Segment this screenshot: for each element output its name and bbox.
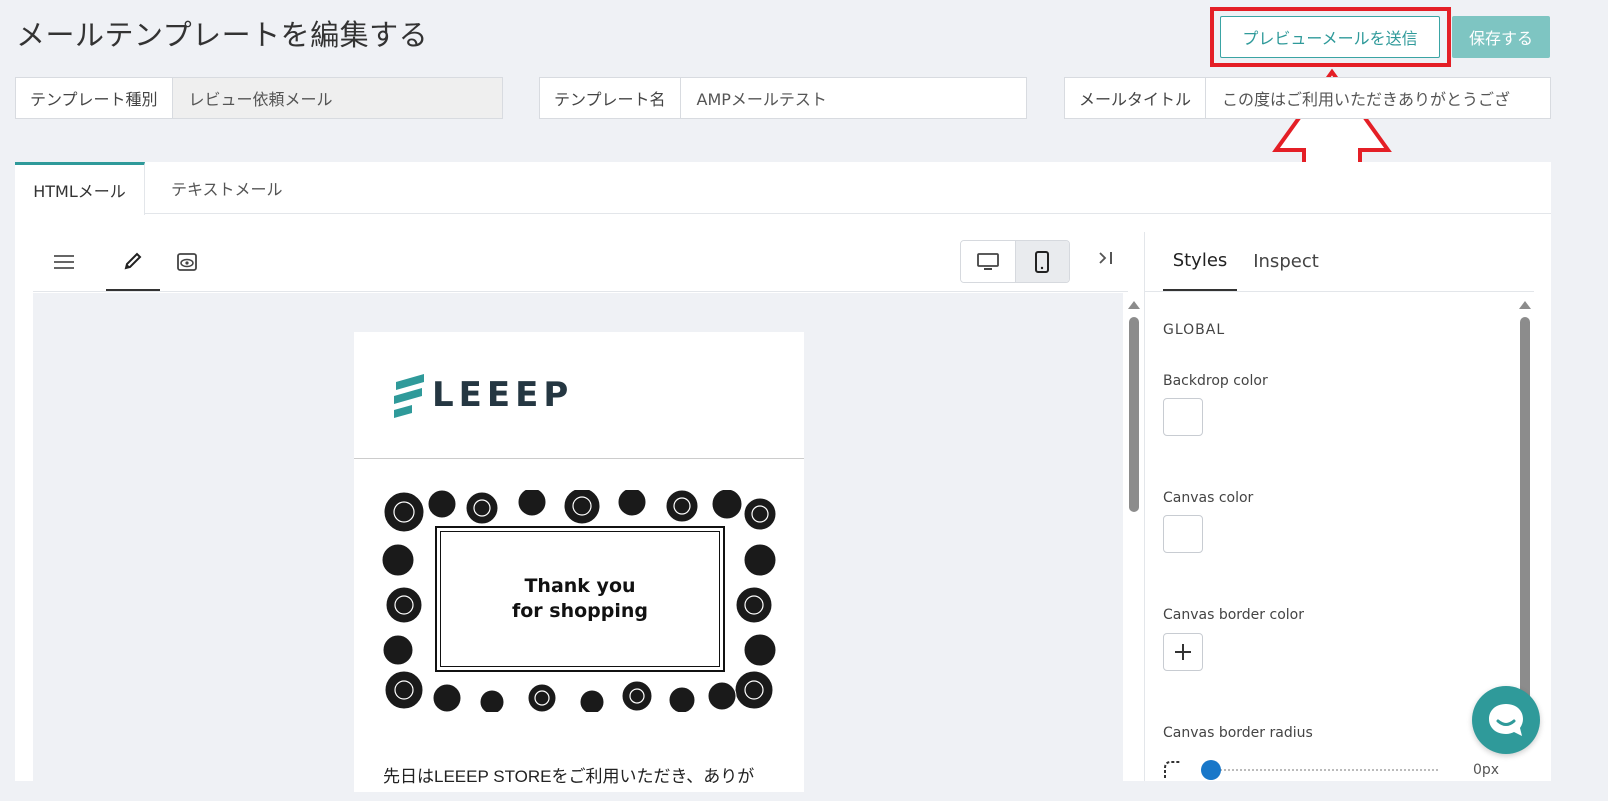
- page-title: メールテンプレートを編集する: [16, 18, 429, 52]
- template-name-input[interactable]: AMPメールテスト: [681, 78, 1026, 118]
- mail-title-input[interactable]: この度はご利用いただきありがとうござ: [1206, 78, 1550, 118]
- side-panel-tabs: Styles Inspect: [1144, 232, 1534, 292]
- tab-styles[interactable]: Styles: [1163, 232, 1237, 291]
- side-scroll-up-icon[interactable]: [1519, 301, 1531, 309]
- plus-icon: [1175, 644, 1191, 660]
- style-side-panel: Styles Inspect GLOBAL Backdrop color Can…: [1144, 232, 1534, 781]
- email-preview-card: LEEEP Thank you for shopping 先日はLEEEP ST…: [354, 332, 804, 792]
- mail-type-tabs: HTMLメール テキストメール: [15, 162, 1551, 215]
- hero-frame: Thank you for shopping: [435, 526, 725, 672]
- logo-text: LEEEP: [432, 375, 574, 415]
- template-type-label: テンプレート種別: [16, 78, 173, 118]
- hamburger-icon[interactable]: [37, 232, 91, 291]
- editor-panel: HTMLメール テキストメール LEEEP Thank you for shop…: [15, 162, 1551, 792]
- scroll-up-icon[interactable]: [1128, 301, 1140, 309]
- eye-icon[interactable]: [160, 232, 214, 291]
- pencil-icon[interactable]: [106, 232, 160, 291]
- canvas-scrollbar[interactable]: [1128, 297, 1140, 781]
- radius-icon: [1164, 761, 1181, 778]
- email-canvas: LEEEP Thank you for shopping 先日はLEEEP ST…: [33, 293, 1140, 792]
- send-preview-email-button[interactable]: プレビューメールを送信: [1220, 16, 1440, 58]
- template-type-field: テンプレート種別 レビュー依頼メール: [15, 77, 503, 119]
- leeep-logo-icon: [394, 374, 424, 418]
- tab-inspect[interactable]: Inspect: [1248, 232, 1324, 291]
- canvas-border-radius-label: Canvas border radius: [1163, 725, 1313, 741]
- email-body-text: 先日はLEEEP STOREをご利用いただき、ありが: [383, 767, 755, 786]
- canvas-border-color-label: Canvas border color: [1163, 607, 1304, 623]
- template-type-value: レビュー依頼メール: [172, 78, 502, 118]
- radius-value: 0px: [1473, 762, 1500, 778]
- canvas-color-label: Canvas color: [1163, 490, 1254, 506]
- collapse-right-icon[interactable]: [1097, 250, 1115, 271]
- backdrop-color-swatch[interactable]: [1163, 398, 1203, 436]
- mobile-icon[interactable]: [1014, 241, 1069, 282]
- hero-line-2: for shopping: [511, 600, 649, 622]
- styles-content: GLOBAL Backdrop color Canvas color Canva…: [1144, 293, 1531, 781]
- canvas-color-swatch[interactable]: [1163, 515, 1203, 553]
- global-section-heading: GLOBAL: [1163, 322, 1226, 338]
- mail-title-label: メールタイトル: [1065, 78, 1207, 118]
- editor-toolbar: [33, 232, 1128, 292]
- border-radius-slider[interactable]: 0px: [1163, 760, 1503, 780]
- desktop-icon[interactable]: [961, 241, 1015, 282]
- mail-title-field[interactable]: メールタイトル この度はご利用いただきありがとうござ: [1064, 77, 1551, 119]
- canvas-scroll-thumb[interactable]: [1129, 317, 1139, 512]
- save-button[interactable]: 保存する: [1452, 16, 1550, 58]
- hero-floral-image: Thank you for shopping: [382, 490, 776, 712]
- canvas-border-color-add[interactable]: [1163, 633, 1203, 671]
- template-name-field[interactable]: テンプレート名 AMPメールテスト: [539, 77, 1027, 119]
- device-toggle: [960, 240, 1070, 283]
- backdrop-color-label: Backdrop color: [1163, 373, 1268, 389]
- slider-track: [1213, 769, 1438, 771]
- hero-line-1: Thank you: [524, 575, 636, 597]
- email-editor: LEEEP Thank you for shopping 先日はLEEEP ST…: [33, 232, 1140, 792]
- email-header: LEEEP: [354, 332, 804, 459]
- tab-text-mail[interactable]: テキストメール: [171, 162, 283, 214]
- side-scroll-thumb[interactable]: [1520, 317, 1530, 717]
- hero-inner-frame: Thank you for shopping: [440, 531, 720, 667]
- chat-icon[interactable]: [1472, 686, 1540, 754]
- slider-handle[interactable]: [1201, 760, 1221, 780]
- template-name-label: テンプレート名: [540, 78, 681, 118]
- tab-html-mail[interactable]: HTMLメール: [15, 162, 145, 215]
